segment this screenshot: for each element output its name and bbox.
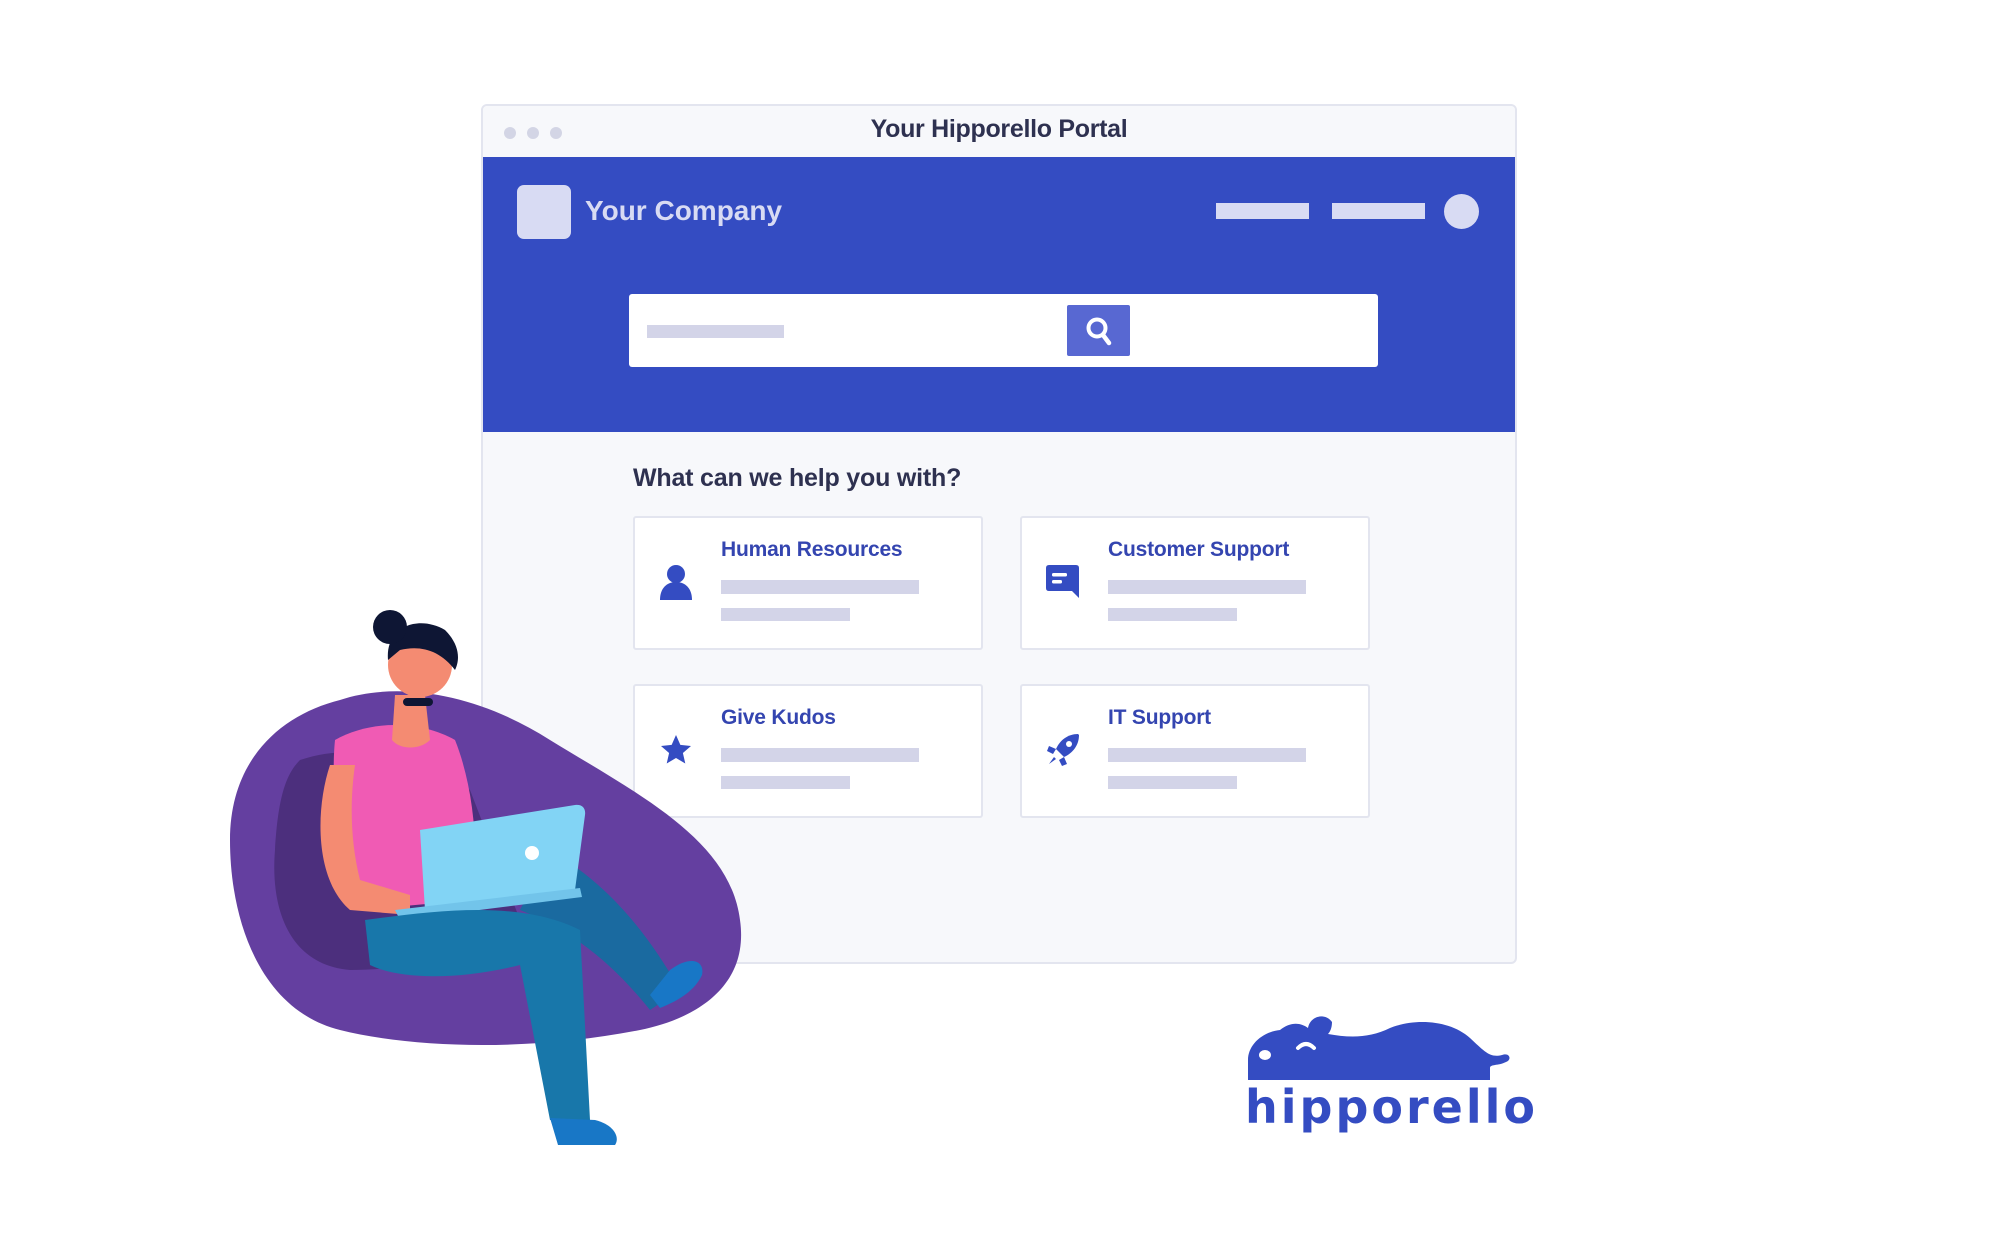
hipporello-logo-icon <box>1248 1016 1510 1080</box>
window-titlebar: Your Hipporello Portal <box>483 106 1515 156</box>
portal-header: Your Company <box>483 157 1515 432</box>
category-card-customer-support[interactable]: Customer Support <box>1020 516 1370 650</box>
card-text-placeholder <box>1108 580 1306 594</box>
rocket-icon <box>1044 730 1082 770</box>
hair-bun <box>373 610 407 644</box>
laptop-logo <box>525 846 539 860</box>
search-bar <box>629 294 1378 367</box>
hipporello-wordmark: hipporello <box>1245 1080 1538 1134</box>
nav-link-placeholder[interactable] <box>1332 203 1425 219</box>
company-name[interactable]: Your Company <box>585 195 782 227</box>
category-card-it-support[interactable]: IT Support <box>1020 684 1370 818</box>
card-title: Customer Support <box>1108 538 1290 561</box>
company-logo-icon[interactable] <box>517 185 571 239</box>
shoe-front <box>550 1118 617 1145</box>
window-title: Your Hipporello Portal <box>870 115 1128 143</box>
card-text-placeholder <box>1108 748 1306 762</box>
search-input[interactable] <box>647 325 784 338</box>
chat-icon <box>1044 562 1082 602</box>
search-icon <box>1086 317 1111 345</box>
card-text-placeholder <box>1108 776 1237 789</box>
card-title: IT Support <box>1108 706 1211 729</box>
woman-with-laptop-illustration <box>230 610 742 1145</box>
search-button[interactable] <box>1067 305 1130 356</box>
card-title: Human Resources <box>721 538 903 561</box>
user-avatar-icon[interactable] <box>1444 194 1479 229</box>
section-heading: What can we help you with? <box>633 464 962 492</box>
card-text-placeholder <box>1108 608 1237 621</box>
nav-link-placeholder[interactable] <box>1216 203 1309 219</box>
choker <box>403 698 433 706</box>
